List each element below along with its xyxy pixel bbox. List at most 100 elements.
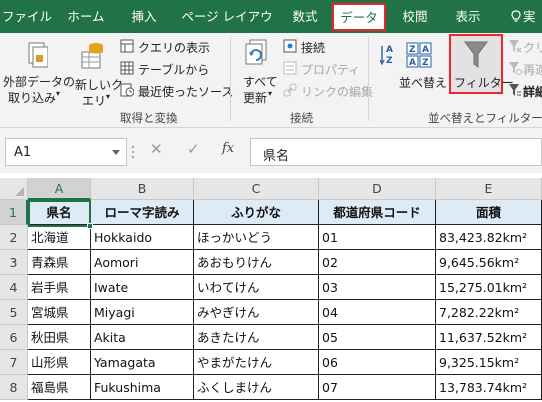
table-cell[interactable]: 7,282.22km² [436, 300, 542, 325]
new-query-label-1[interactable]: 新しいク [75, 76, 123, 93]
table-cell[interactable]: 9,325.15km² [436, 350, 542, 375]
recent-sources-label[interactable]: 最近使ったソース [138, 83, 233, 100]
sort-dialog-icon[interactable]: Z A A Z [405, 41, 435, 72]
table-cell[interactable]: 福島県 [28, 375, 91, 400]
table-cell[interactable]: 07 [319, 375, 436, 400]
table-cell[interactable]: 9,645.56km² [436, 250, 542, 275]
clear-filter-label: クリ [523, 41, 542, 55]
tab-data[interactable]: データ [332, 3, 386, 31]
table-cell[interactable]: Hokkaido [91, 225, 194, 250]
ribbon-tab-bar: ファイル ホーム 挿入 ページ レイアウト 数式 データ 校閲 表示 実 [0, 0, 542, 57]
table-cell[interactable]: 13,783.74km² [436, 375, 542, 400]
from-table-label[interactable]: テーブルから [138, 61, 209, 78]
table-cell[interactable]: みやぎけん [194, 300, 319, 325]
external-data-label-2[interactable]: 取り込み [8, 89, 56, 106]
row-header-3[interactable]: 3 [0, 250, 28, 275]
insert-function-icon[interactable]: fx [222, 141, 234, 156]
sort-icon[interactable]: A Z [379, 43, 398, 70]
row-header-1[interactable]: 1 [0, 200, 28, 225]
header-cell[interactable]: 都道府県コード [319, 200, 436, 225]
table-cell[interactable]: Akita [91, 325, 194, 350]
advanced-filter-label[interactable]: 詳細 [523, 83, 542, 100]
row-header-2[interactable]: 2 [0, 225, 28, 250]
table-cell[interactable]: 岩手県 [28, 275, 91, 300]
name-box[interactable]: A1 [5, 138, 127, 166]
show-queries-label[interactable]: クエリの表示 [138, 39, 210, 56]
table-cell[interactable]: 秋田県 [28, 325, 91, 350]
properties-label: プロパティ [301, 63, 361, 77]
recent-sources-icon[interactable] [120, 83, 135, 100]
table-cell[interactable]: 山形県 [28, 350, 91, 375]
tab-page-layout[interactable]: ページ レイアウト [177, 0, 277, 57]
table-cell[interactable]: ほっかいどう [194, 225, 319, 250]
tab-file[interactable]: ファイル [2, 0, 52, 33]
table-cell[interactable]: 05 [319, 325, 436, 350]
table-cell[interactable]: 01 [319, 225, 436, 250]
properties-icon [283, 61, 297, 78]
header-cell[interactable]: ふりがな [194, 200, 319, 225]
table-cell[interactable]: 宮城県 [28, 300, 91, 325]
tab-insert[interactable]: 挿入 [124, 0, 164, 33]
new-query-icon[interactable] [80, 40, 108, 75]
new-query-label-2[interactable]: エリ [82, 92, 106, 109]
ribbon: 外部データの 取り込み ▾ 新しいク エリ ▾ クエリの表示 テーブルから 最近… [0, 33, 542, 128]
table-cell[interactable]: あきたけん [194, 325, 319, 350]
header-cell[interactable]: ローマ字読み [91, 200, 194, 225]
row-header-5[interactable]: 5 [0, 300, 28, 325]
column-header-d[interactable]: D [319, 178, 436, 200]
tab-formulas[interactable]: 数式 [285, 0, 325, 33]
table-cell[interactable]: 04 [319, 300, 436, 325]
refresh-all-label-2[interactable]: 更新 [243, 89, 267, 106]
row-header-4[interactable]: 4 [0, 275, 28, 300]
table-cell[interactable]: 15,275.01km² [436, 275, 542, 300]
select-all-corner[interactable] [0, 178, 28, 200]
refresh-all-label-1[interactable]: すべて [243, 73, 278, 90]
drag-handle-icon[interactable] [131, 145, 135, 159]
column-header-a[interactable]: A [28, 178, 91, 200]
row-header-6[interactable]: 6 [0, 325, 28, 350]
table-cell[interactable]: 11,637.52km² [436, 325, 542, 350]
column-header-b[interactable]: B [91, 178, 194, 200]
advanced-filter-icon[interactable] [508, 83, 522, 100]
column-header-c[interactable]: C [194, 178, 319, 200]
refresh-all-icon[interactable] [243, 39, 271, 72]
table-cell[interactable]: Aomori [91, 250, 194, 275]
header-cell[interactable]: 面積 [436, 200, 542, 225]
table-cell[interactable]: 06 [319, 350, 436, 375]
filter-button[interactable]: フィルター [449, 34, 514, 94]
formula-input[interactable]: 県名 [250, 138, 542, 166]
fill-handle[interactable] [87, 223, 93, 229]
connections-label[interactable]: 接続 [301, 39, 325, 56]
table-cell[interactable]: Fukushima [91, 375, 194, 400]
table-cell[interactable]: いわてけん [194, 275, 319, 300]
cancel-icon[interactable]: ✕ [150, 140, 163, 158]
row-header-7[interactable]: 7 [0, 350, 28, 375]
table-cell[interactable]: 青森県 [28, 250, 91, 275]
connections-icon[interactable] [283, 39, 297, 56]
table-cell[interactable]: Miyagi [91, 300, 194, 325]
enter-icon[interactable]: ✓ [187, 140, 200, 158]
table-cell[interactable]: 03 [319, 275, 436, 300]
ribbon-separator [368, 37, 369, 121]
row-header-8[interactable]: 8 [0, 375, 28, 400]
show-queries-icon[interactable] [120, 39, 134, 56]
tab-view[interactable]: 表示 [448, 0, 488, 33]
tab-tell-me[interactable]: 実 [523, 0, 542, 33]
chevron-down-icon[interactable] [112, 150, 120, 155]
tab-review[interactable]: 校閲 [395, 0, 435, 33]
table-cell[interactable]: 02 [319, 250, 436, 275]
table-cell[interactable]: Iwate [91, 275, 194, 300]
table-cell[interactable]: あおもりけん [194, 250, 319, 275]
table-cell[interactable]: 83,423.82km² [436, 225, 542, 250]
tab-home[interactable]: ホーム [63, 0, 109, 33]
table-cell[interactable]: Yamagata [91, 350, 194, 375]
column-header-e[interactable]: E [436, 178, 542, 200]
table-cell[interactable]: 北海道 [28, 225, 91, 250]
sort-label[interactable]: 並べ替え [399, 74, 447, 91]
table-cell[interactable]: やまがたけん [194, 350, 319, 375]
external-data-label-1[interactable]: 外部データの [3, 73, 75, 90]
formula-bar: A1 ✕ ✓ fx 県名 [0, 128, 542, 173]
table-icon[interactable] [120, 61, 134, 78]
table-cell[interactable]: ふくしまけん [194, 375, 319, 400]
external-data-icon[interactable] [26, 41, 49, 72]
